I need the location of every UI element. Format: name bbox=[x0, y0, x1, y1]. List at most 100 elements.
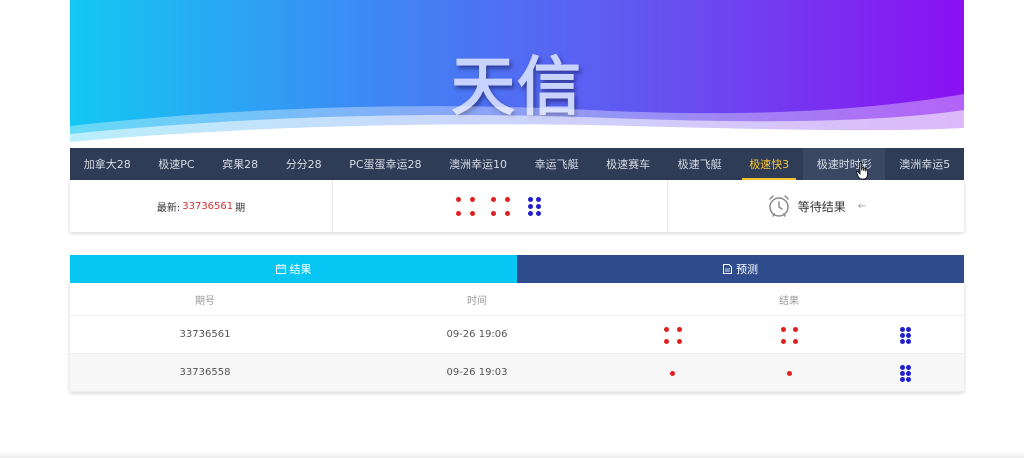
nav-item-2[interactable]: 宾果28 bbox=[208, 148, 272, 180]
row-time: 09-26 19:06 bbox=[446, 329, 508, 340]
dice-pip bbox=[455, 196, 461, 202]
dice-pip bbox=[787, 370, 793, 376]
nav-item-10[interactable]: 极速时时彩 bbox=[802, 148, 886, 180]
row-issue: 33736558 bbox=[179, 367, 231, 378]
dice-pip bbox=[528, 196, 534, 202]
dice-1 bbox=[664, 365, 680, 381]
dice-4 bbox=[490, 196, 511, 217]
dice-pip bbox=[535, 203, 541, 209]
latest-suffix: 期 bbox=[235, 202, 246, 214]
row-issue: 33736561 bbox=[179, 329, 231, 340]
dice-pip bbox=[781, 326, 786, 332]
nav-item-8[interactable]: 极速飞艇 bbox=[664, 148, 736, 180]
nav-item-4[interactable]: PC蛋蛋幸运28 bbox=[335, 148, 435, 180]
dice-pip bbox=[906, 364, 912, 370]
alarm-clock-icon bbox=[769, 195, 789, 217]
dice-pip bbox=[664, 338, 670, 344]
nav-item-1[interactable]: 极速PC bbox=[145, 148, 209, 180]
table-row: 33736561 09-26 19:06 bbox=[70, 316, 964, 354]
dice-pip bbox=[793, 326, 799, 332]
dice-pip bbox=[676, 338, 682, 344]
dice-4 bbox=[455, 196, 476, 217]
dice-pip bbox=[906, 370, 912, 376]
tab-predict[interactable]: 预测 bbox=[517, 255, 964, 283]
nav-item-6[interactable]: 幸运飞艇 bbox=[521, 148, 593, 180]
table-body: 33736561 09-26 19:06 33736558 09-26 19:03 bbox=[70, 316, 964, 392]
dice-pip bbox=[455, 211, 461, 217]
header-banner: 天信 bbox=[70, 0, 964, 148]
dice-pip bbox=[490, 196, 496, 202]
dice-pip bbox=[670, 370, 676, 376]
dice-pip bbox=[900, 370, 906, 376]
dice-6 bbox=[898, 364, 914, 382]
result-dice-cell bbox=[614, 365, 731, 381]
dice-pip bbox=[906, 326, 912, 332]
result-dice-cell bbox=[847, 364, 964, 382]
latest-status: 等待结果 ← bbox=[667, 180, 964, 232]
dice-pip bbox=[906, 376, 912, 382]
latest-prefix: 最新: bbox=[156, 202, 181, 214]
dice-pip bbox=[676, 326, 682, 332]
dice-pip bbox=[505, 196, 511, 202]
dice-pip bbox=[900, 376, 906, 382]
dice-pip bbox=[900, 326, 906, 332]
dice-pip bbox=[535, 211, 541, 217]
tab-predict-label: 预测 bbox=[736, 263, 758, 276]
nav-item-0[interactable]: 加拿大28 bbox=[70, 148, 145, 180]
results-table: 期号 时间 结果 33736561 09-26 19:06 33736558 09-2… bbox=[70, 283, 964, 392]
dice-pip bbox=[505, 211, 511, 217]
banner-wave bbox=[70, 94, 964, 148]
nav-item-5[interactable]: 澳洲幸运10 bbox=[435, 148, 521, 180]
dice-pip bbox=[490, 211, 496, 217]
latest-issue-number: 33736561 bbox=[182, 200, 234, 212]
nav-item-7[interactable]: 极速赛车 bbox=[592, 148, 664, 180]
dice-pip bbox=[528, 211, 534, 217]
dice-6 bbox=[526, 196, 545, 217]
nav-item-11[interactable]: 澳洲幸运5 bbox=[885, 148, 964, 180]
bottom-shade bbox=[0, 452, 1024, 458]
game-nav-bar: 加拿大28 极速PC 宾果28 分分28 PC蛋蛋幸运28 澳洲幸运10 幸运飞艇 极速赛车极… bbox=[70, 148, 964, 180]
row-result bbox=[614, 364, 964, 382]
result-dice-cell bbox=[847, 326, 964, 344]
dice-pip bbox=[528, 203, 534, 209]
row-time: 09-26 19:03 bbox=[446, 367, 508, 378]
row-result bbox=[614, 326, 964, 344]
result-dice-cell bbox=[731, 365, 848, 381]
table-row: 33736558 09-26 19:03 bbox=[70, 354, 964, 392]
dice-pip bbox=[906, 332, 912, 338]
dice-pip bbox=[900, 364, 906, 370]
dice-6 bbox=[898, 326, 914, 344]
nav-item-9[interactable]: 极速快3 bbox=[735, 148, 803, 180]
result-dice-cell bbox=[731, 326, 848, 344]
dice-pip bbox=[470, 196, 476, 202]
tab-results[interactable]: 结果 bbox=[70, 255, 517, 283]
dice-pip bbox=[900, 338, 906, 344]
result-dice-cell bbox=[614, 326, 731, 344]
dice-pip bbox=[664, 326, 670, 332]
dice-pip bbox=[781, 338, 786, 344]
result-tabs: 结果 预测 bbox=[70, 255, 964, 283]
latest-draw-card: 最新: 33736561 期 等待结果 ← bbox=[70, 180, 964, 232]
document-icon bbox=[723, 264, 732, 274]
calendar-icon bbox=[275, 264, 286, 274]
dice-1 bbox=[781, 365, 797, 381]
status-text: 等待结果 bbox=[797, 199, 846, 214]
table-header: 期号 时间 结果 bbox=[70, 283, 964, 316]
dice-pip bbox=[793, 338, 799, 344]
page: 天信 加拿大28 极速PC 宾果28 分分28 PC蛋蛋幸运28 澳洲幸运10 幸运飞艇 极速… bbox=[70, 0, 964, 392]
dice-pip bbox=[535, 196, 541, 202]
dice-pip bbox=[470, 211, 476, 217]
dice-pip bbox=[900, 332, 906, 338]
hand-cursor-icon bbox=[856, 162, 868, 180]
dice-4 bbox=[664, 326, 682, 344]
dice-4 bbox=[781, 326, 799, 344]
latest-issue: 最新: 33736561 期 bbox=[70, 180, 332, 232]
latest-dice bbox=[332, 180, 667, 232]
nav-item-3[interactable]: 分分28 bbox=[272, 148, 336, 180]
header-time: 时间 bbox=[467, 295, 487, 307]
tab-results-label: 结果 bbox=[289, 263, 312, 276]
dice-pip bbox=[906, 338, 912, 344]
header-issue: 期号 bbox=[195, 295, 215, 307]
header-result: 结果 bbox=[779, 295, 799, 307]
left-arrow-icon: ← bbox=[857, 200, 867, 212]
